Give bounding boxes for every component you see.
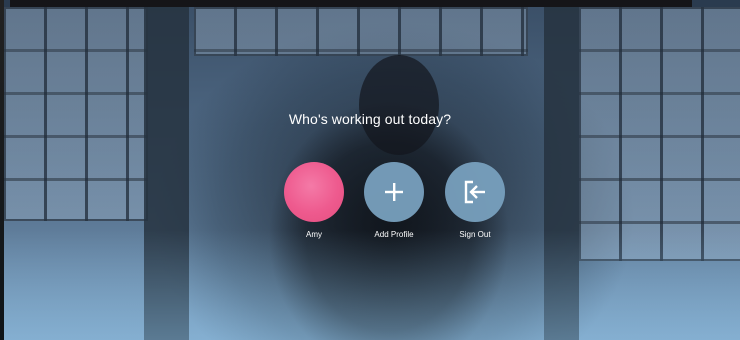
add-profile-circle[interactable] [364, 162, 424, 222]
profile-selector: Amy Add Profile Sign Out [0, 162, 740, 242]
avatar[interactable] [284, 162, 344, 222]
sign-out-button[interactable]: Sign Out [430, 162, 520, 239]
tv-frame: Who's working out today? Amy Add Profile [0, 0, 740, 340]
profile-amy[interactable]: Amy [269, 162, 359, 239]
profile-label: Amy [306, 230, 322, 239]
add-profile-button[interactable]: Add Profile [349, 162, 439, 239]
add-profile-label: Add Profile [374, 230, 414, 239]
plus-icon [383, 181, 405, 203]
sign-out-label: Sign Out [459, 230, 491, 239]
screen-glow [4, 230, 740, 340]
sign-out-icon [461, 179, 489, 205]
person-head-reflection [359, 55, 439, 155]
sign-out-circle[interactable] [445, 162, 505, 222]
profile-prompt: Who's working out today? [288, 111, 452, 127]
